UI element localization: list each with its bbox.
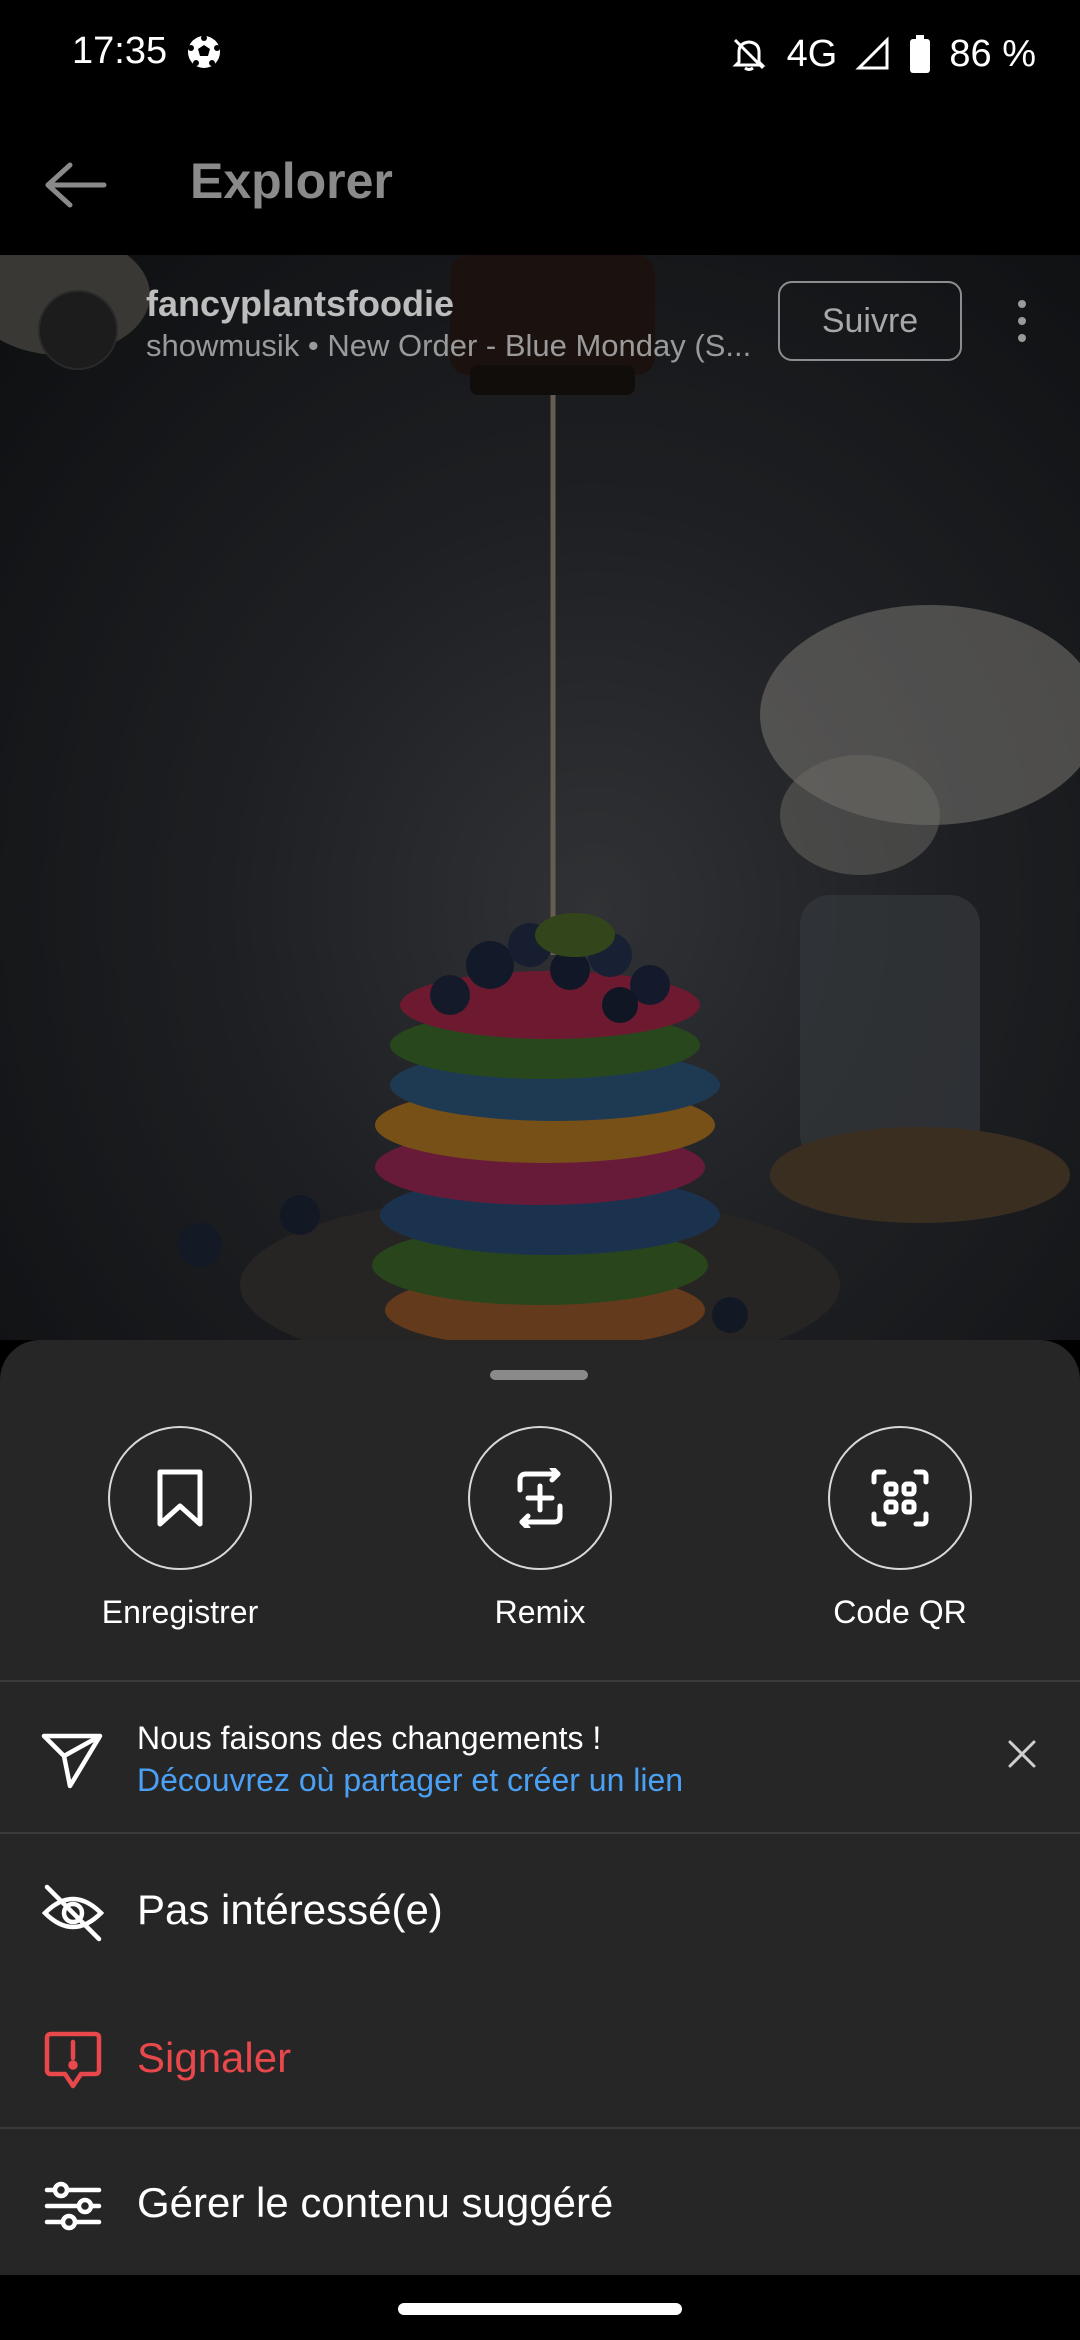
notice-link[interactable]: Découvrez où partager et créer un lien <box>137 1762 683 1799</box>
eye-off-icon <box>36 1876 110 1950</box>
qr-code-button[interactable]: Code QR <box>800 1426 1000 1631</box>
signal-icon <box>855 36 891 72</box>
remix-label: Remix <box>494 1594 586 1630</box>
bookmark-icon <box>108 1426 252 1570</box>
status-indicators: 4G 86 % <box>729 30 1036 78</box>
media-dim-overlay <box>0 255 1080 1340</box>
report-icon <box>36 2024 110 2098</box>
report-button[interactable]: Signaler <box>0 1990 1080 2130</box>
soccer-ball-icon <box>186 34 222 70</box>
notice-title: Nous faisons des changements ! <box>137 1720 602 1756</box>
more-options-icon[interactable] <box>1000 291 1044 351</box>
share-changes-notice[interactable]: Nous faisons des changements ! Découvrez… <box>0 1682 1080 1830</box>
post-music[interactable]: showmusik • New Order - Blue Monday (S..… <box>146 328 766 364</box>
manage-suggested-content-label: Gérer le contenu suggéré <box>137 2179 614 2226</box>
post-media[interactable]: fancyplantsfoodie showmusik • New Order … <box>0 255 1080 1340</box>
header <box>0 110 1080 255</box>
bell-off-icon <box>729 34 769 74</box>
back-button[interactable] <box>36 145 116 225</box>
battery-level: 86 % <box>949 32 1036 75</box>
home-gesture-bar[interactable] <box>398 2303 682 2315</box>
save-button[interactable]: Enregistrer <box>80 1426 280 1631</box>
save-label: Enregistrer <box>101 1594 259 1630</box>
remix-button[interactable]: Remix <box>440 1426 640 1631</box>
not-interested-label: Pas intéressé(e) <box>137 1886 443 1933</box>
network-type: 4G <box>786 32 838 75</box>
sheet-drag-handle[interactable] <box>490 1370 588 1380</box>
status-time: 17:35 <box>72 30 168 72</box>
page-title: Explorer <box>190 153 393 209</box>
follow-button[interactable]: Suivre <box>778 281 962 361</box>
arrow-left-icon <box>45 162 107 208</box>
not-interested-button[interactable]: Pas intéressé(e) <box>0 1842 1080 1982</box>
options-sheet: Enregistrer Remix Code QR Nous faisons d… <box>0 1340 1080 2275</box>
qr-code-label: Code QR <box>833 1594 967 1630</box>
paper-plane-icon <box>40 1726 104 1790</box>
sliders-icon <box>36 2169 110 2243</box>
post-username[interactable]: fancyplantsfoodie <box>146 283 454 325</box>
avatar[interactable] <box>38 290 118 370</box>
report-label: Signaler <box>137 2034 292 2081</box>
manage-suggested-content-button[interactable]: Gérer le contenu suggéré <box>0 2135 1080 2275</box>
divider <box>0 2127 1080 2129</box>
qr-code-icon <box>828 1426 972 1570</box>
close-icon[interactable] <box>1000 1732 1044 1776</box>
battery-icon <box>909 34 931 74</box>
divider <box>0 1832 1080 1834</box>
remix-icon <box>468 1426 612 1570</box>
navigation-bar <box>0 2275 1080 2340</box>
